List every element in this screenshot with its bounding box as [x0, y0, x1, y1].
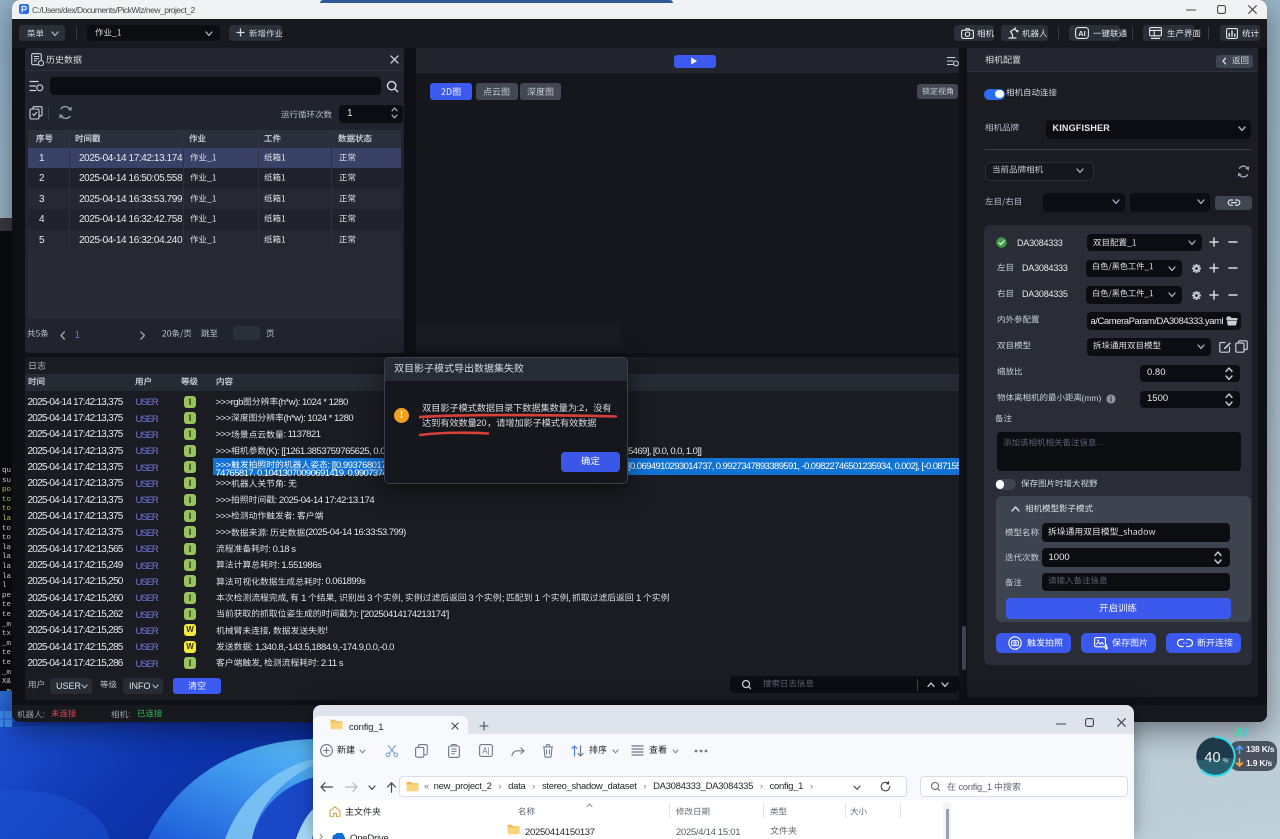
svg-text:A|: A| [482, 746, 489, 755]
svg-text:%: % [1222, 757, 1228, 764]
svg-text:40: 40 [1204, 750, 1220, 766]
svg-text:AI: AI [1078, 29, 1086, 38]
